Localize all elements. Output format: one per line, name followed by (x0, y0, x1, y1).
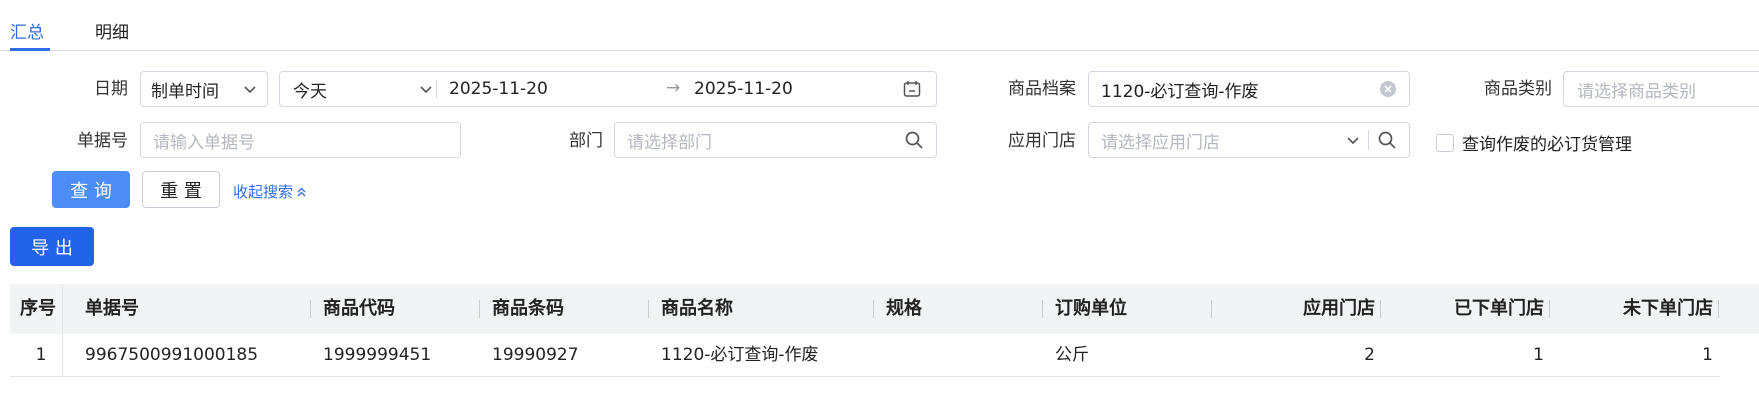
cell-product-name: 1120-必订查询-作废 (661, 345, 819, 365)
date-type-select[interactable]: 制单时间 (140, 71, 268, 107)
product-archive-value: 1120-必订查询-作废 (1101, 81, 1259, 102)
query-button[interactable]: 查 询 (52, 171, 130, 208)
product-category-select[interactable]: 请选择商品类别 (1563, 71, 1759, 107)
doc-no-input[interactable]: 请输入单据号 (140, 122, 461, 158)
collapse-search-link[interactable]: 收起搜索 (233, 181, 307, 202)
date-range-group: 今天 2025-11-20 → 2025-11-20 (279, 71, 937, 107)
doc-no-label: 单据号 (77, 131, 128, 151)
chevron-down-icon (419, 82, 433, 96)
col-separator[interactable] (310, 300, 311, 318)
date-end-input[interactable]: 2025-11-20 (694, 79, 793, 99)
product-category-label: 商品类别 (1484, 79, 1552, 99)
col-separator[interactable] (873, 300, 874, 318)
tabs-divider (0, 50, 1759, 51)
product-category-placeholder: 请选择商品类别 (1577, 81, 1696, 102)
apply-store-label: 应用门店 (1008, 131, 1076, 151)
cell-unit: 公斤 (1055, 345, 1089, 365)
cell-not-ordered-stores-link[interactable]: 1 (1557, 334, 1713, 376)
department-select[interactable]: 请选择部门 (614, 122, 937, 158)
date-start-input[interactable]: 2025-11-20 (449, 79, 548, 99)
date-range-arrow: → (666, 78, 681, 98)
calendar-icon[interactable] (902, 79, 922, 99)
search-icon[interactable] (904, 130, 924, 150)
doc-no-placeholder: 请输入单据号 (153, 132, 255, 153)
col-separator[interactable] (1718, 300, 1719, 318)
col-header-ordered-stores: 已下单门店 (1454, 298, 1544, 319)
reset-button[interactable]: 重 置 (142, 171, 220, 208)
col-header-product-code: 商品代码 (323, 298, 395, 319)
department-placeholder: 请选择部门 (627, 132, 712, 153)
col-header-index: 序号 (20, 298, 56, 319)
col-separator[interactable] (1042, 300, 1043, 318)
search-icon[interactable] (1377, 130, 1397, 150)
date-type-value: 制单时间 (151, 81, 219, 102)
chevron-down-icon[interactable] (1346, 133, 1360, 147)
date-preset-value: 今天 (293, 81, 327, 102)
col-header-not-ordered-stores: 未下单门店 (1623, 298, 1713, 319)
checkbox-box[interactable] (1436, 133, 1454, 152)
col-header-product-name: 商品名称 (661, 298, 733, 319)
col-separator[interactable] (1549, 300, 1550, 318)
tab-detail[interactable]: 明细 (95, 18, 129, 43)
cell-apply-stores-link[interactable]: 2 (1219, 334, 1375, 376)
date-preset-select[interactable]: 今天 (293, 72, 433, 106)
col-header-barcode: 商品条码 (492, 298, 564, 319)
col-header-doc-no: 单据号 (85, 298, 139, 319)
product-archive-label: 商品档案 (1008, 79, 1076, 99)
product-archive-field[interactable]: 1120-必订查询-作废 (1088, 71, 1410, 107)
voided-checkbox-label: 查询作废的必订货管理 (1462, 135, 1632, 155)
col-header-spec: 规格 (886, 298, 922, 319)
double-chevron-up-icon (296, 186, 307, 198)
chevron-down-icon (243, 82, 257, 96)
export-button[interactable]: 导 出 (10, 227, 94, 266)
active-tab-indicator (10, 48, 50, 51)
clear-icon[interactable] (1379, 80, 1397, 98)
divider (1368, 130, 1369, 150)
col-header-unit: 订购单位 (1055, 298, 1127, 319)
col-separator[interactable] (648, 300, 649, 318)
table-row: 1 9967500991000185 1999999451 19990927 1… (10, 334, 1720, 377)
tab-summary[interactable]: 汇总 (10, 18, 44, 43)
col-separator[interactable] (479, 300, 480, 318)
cell-ordered-stores-link[interactable]: 1 (1388, 334, 1544, 376)
index-column-divider (62, 284, 63, 376)
col-separator[interactable] (1380, 300, 1381, 318)
apply-store-placeholder: 请选择应用门店 (1101, 132, 1220, 153)
table-header: 序号 单据号 商品代码 商品条码 商品名称 规格 订购单位 应用门店 已下单门店… (10, 284, 1759, 334)
col-separator[interactable] (1211, 300, 1212, 318)
date-label: 日期 (94, 79, 128, 99)
cell-barcode: 19990927 (492, 345, 579, 365)
department-label: 部门 (569, 131, 603, 151)
cell-product-code: 1999999451 (323, 345, 432, 365)
divider (436, 80, 437, 98)
collapse-search-label: 收起搜索 (233, 183, 294, 201)
col-header-apply-stores: 应用门店 (1303, 298, 1375, 319)
apply-store-select[interactable]: 请选择应用门店 (1088, 122, 1410, 158)
cell-doc-no-link[interactable]: 9967500991000185 (85, 334, 258, 376)
voided-checkbox[interactable]: 查询作废的必订货管理 (1436, 130, 1632, 155)
